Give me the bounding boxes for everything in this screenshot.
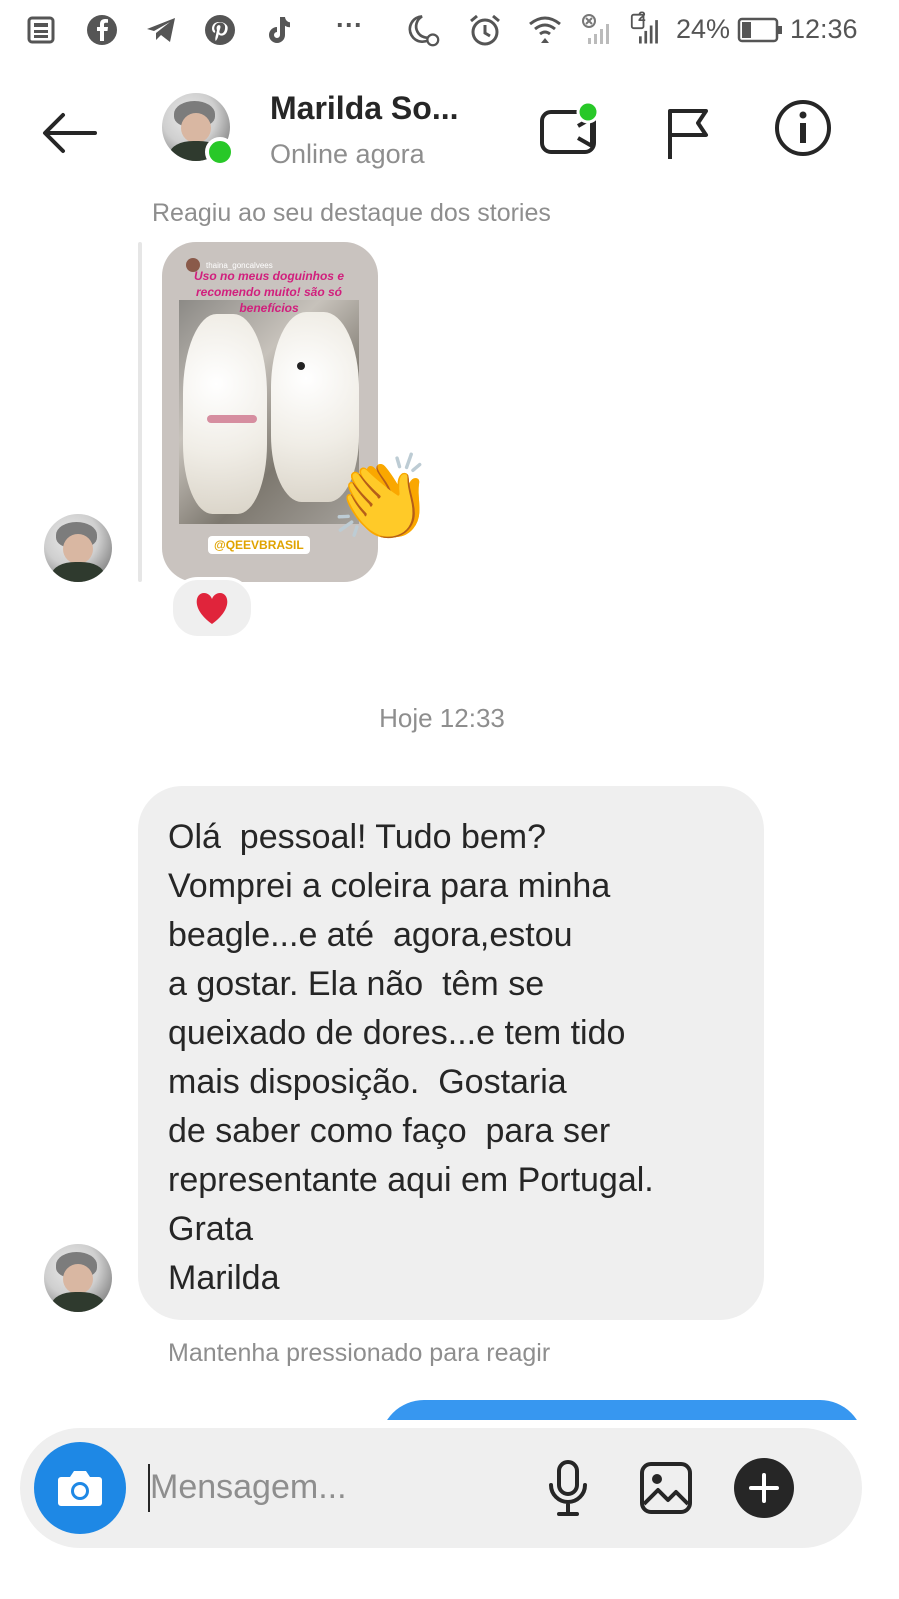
microphone-icon[interactable] [538,1456,598,1520]
back-arrow-icon[interactable] [34,98,104,168]
signal-icon [630,12,666,48]
gallery-icon[interactable] [634,1456,698,1520]
pinterest-icon [202,12,238,48]
video-call-icon[interactable] [534,95,604,165]
alarm-icon [467,12,503,48]
clock: 12:36 [790,14,858,44]
reaction-hint: Mantenha pressionado para reagir [168,1339,551,1367]
camera-icon [58,1471,102,1506]
more-dots-icon: ··· [336,10,363,40]
telegram-icon [143,12,179,48]
message-line: Grata [168,1210,254,1248]
story-tag: @QEEVBRASIL [208,536,310,554]
clapping-hands-emoji: 👏 [330,451,435,545]
sender-avatar[interactable] [44,514,112,582]
do-not-disturb-icon [404,12,440,48]
message-line: a gostar. Ela não têm se [168,965,545,1003]
heart-reaction[interactable] [170,577,254,639]
add-plus-icon[interactable] [734,1458,794,1518]
message-line: queixado de dores...e tem tido [168,1014,626,1052]
dog-left [183,314,267,514]
message-input[interactable]: Mensagem... [150,1468,347,1507]
signal-off-icon [580,12,616,48]
story-caption: Uso no meus doguinhos e recomendo muito!… [193,269,344,315]
info-icon[interactable] [768,93,838,163]
battery-percent: 24% [676,14,731,44]
wifi-icon [527,12,563,48]
received-message-bubble[interactable]: Olá pessoal! Tudo bem? Vomprei a coleira… [138,786,764,1320]
camera-button[interactable] [34,1442,126,1534]
message-line: Vomprei a coleira para minha [168,867,611,905]
message-composer: Mensagem... [20,1428,862,1548]
chat-header: Marilda So... Online agora [0,62,899,202]
flag-icon[interactable] [652,98,722,168]
tiktok-icon [261,12,297,48]
reply-quote-line [138,242,142,582]
news-icon [24,12,60,48]
message-line: beagle...e até agora,estou [168,916,573,954]
contact-status: Online agora [270,139,425,169]
message-timestamp: Hoje 12:33 [379,703,505,733]
message-line: Olá pessoal! Tudo bem? [168,818,547,856]
heart-icon [196,593,228,624]
story-reply-label: Reagiu ao seu destaque dos stories [152,199,551,227]
facebook-icon [84,12,120,48]
battery-icon [737,12,785,48]
status-bar: ··· 2 24% 12:36 [0,0,899,62]
message-line: de saber como faço para ser [168,1112,611,1150]
message-line: Marilda [168,1259,280,1297]
message-line: representante aqui em Portugal. [168,1161,654,1199]
message-line: mais disposição. Gostaria [168,1063,567,1101]
contact-name[interactable]: Marilda So... [270,90,458,127]
online-indicator [205,137,235,167]
sender-avatar-2[interactable] [44,1244,112,1312]
sim-badge: 2 [638,8,646,24]
